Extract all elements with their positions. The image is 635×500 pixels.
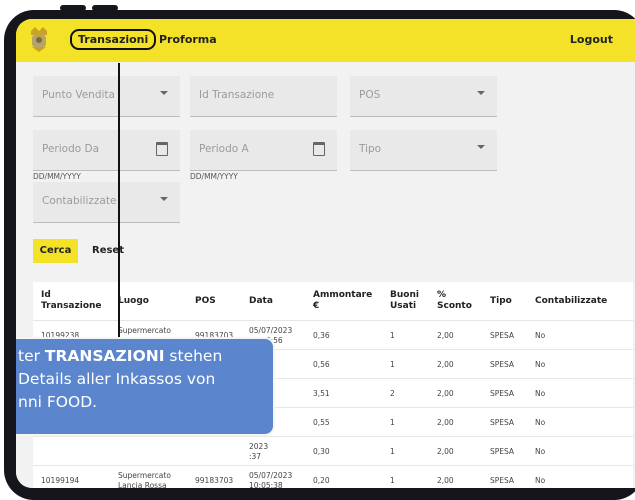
chevron-down-icon: [160, 91, 168, 95]
column-header-buoni[interactable]: Buoni Usati: [390, 290, 419, 312]
tablet-hardware-button: [92, 5, 118, 11]
pos-placeholder: POS: [359, 89, 381, 101]
table-cell-buoni: 1: [390, 331, 395, 340]
column-header-pos[interactable]: POS: [195, 296, 216, 307]
cerca-button[interactable]: Cerca: [33, 239, 78, 263]
table-cell-buoni: 2: [390, 389, 395, 398]
punto-vendita-select[interactable]: Punto Vendita: [33, 76, 180, 117]
table-cell-tipo: SPESA: [490, 389, 515, 398]
table-cell-buoni: 1: [390, 476, 395, 485]
callout-line-3: nni FOOD.: [18, 393, 98, 411]
top-navigation-bar: Transazioni Proforma Logout: [16, 19, 635, 62]
table-cell-pos: 99183703: [195, 476, 234, 485]
contabilizzate-placeholder: Contabilizzate: [42, 195, 117, 207]
callout-line-2: Details aller Inkassos von: [18, 370, 216, 388]
table-cell-buoni: 1: [390, 360, 395, 369]
table-cell-ammontare: 0,30: [313, 447, 330, 456]
table-cell-contab: No: [535, 418, 546, 427]
id-transazione-input[interactable]: Id Transazione: [190, 76, 337, 117]
app-screen: Transazioni Proforma Logout Punto Vendit…: [16, 19, 635, 488]
pos-select[interactable]: POS: [350, 76, 497, 117]
table-cell-id: 10199194: [41, 476, 80, 485]
table-cell-contab: No: [535, 447, 546, 456]
periodo-da-input[interactable]: Periodo Da: [33, 130, 180, 171]
chevron-down-icon: [477, 91, 485, 95]
table-cell-tipo: SPESA: [490, 447, 515, 456]
logout-button[interactable]: Logout: [570, 33, 613, 46]
callout-text: stehen: [164, 347, 223, 365]
table-cell-ammontare: 0,36: [313, 331, 330, 340]
calendar-icon[interactable]: [156, 142, 168, 156]
tipo-select[interactable]: Tipo: [350, 130, 497, 171]
table-cell-sconto: 2,00: [437, 331, 454, 340]
table-cell-buoni: 1: [390, 418, 395, 427]
table-cell-luogo: Supermercato Lancia Rossa: [118, 471, 171, 488]
periodo-da-placeholder: Periodo Da: [42, 143, 100, 155]
table-cell-ammontare: 3,51: [313, 389, 330, 398]
crest-icon[interactable]: [28, 25, 50, 53]
table-cell-ammontare: 0,56: [313, 360, 330, 369]
table-row[interactable]: 10199194 Supermercato Lancia Rossa 9918370…: [33, 465, 633, 488]
table-cell-contab: No: [535, 476, 546, 485]
table-cell-sconto: 2,00: [437, 389, 454, 398]
tab-transazioni[interactable]: Transazioni: [70, 29, 157, 50]
periodo-a-placeholder: Periodo A: [199, 143, 249, 155]
id-transazione-placeholder: Id Transazione: [199, 89, 275, 101]
date-format-hint: DD/MM/YYYY: [33, 172, 81, 181]
chevron-down-icon: [160, 197, 168, 201]
table-cell-contab: No: [535, 331, 546, 340]
column-header-contabilizzate[interactable]: Contabilizzate: [535, 296, 607, 307]
table-cell-sconto: 2,00: [437, 476, 454, 485]
column-header-luogo[interactable]: Luogo: [118, 296, 149, 307]
table-cell-ammontare: 0,55: [313, 418, 330, 427]
tablet-hardware-button: [60, 5, 86, 11]
date-format-hint: DD/MM/YYYY: [190, 172, 238, 181]
table-cell-tipo: SPESA: [490, 476, 515, 485]
chevron-down-icon: [477, 145, 485, 149]
table-row[interactable]: 2023 :37 0,30 1 2,00 SPESA No: [33, 436, 633, 468]
callout-text: ter: [18, 347, 45, 365]
table-cell-contab: No: [535, 389, 546, 398]
table-cell-sconto: 2,00: [437, 360, 454, 369]
help-callout: ter TRANSAZIONI stehen Details aller Ink…: [16, 337, 275, 436]
table-cell-sconto: 2,00: [437, 418, 454, 427]
column-header-id[interactable]: Id Transazione: [41, 290, 102, 312]
callout-text-bold: TRANSAZIONI: [44, 347, 165, 365]
table-cell-tipo: SPESA: [490, 418, 515, 427]
column-header-tipo[interactable]: Tipo: [490, 296, 512, 307]
table-cell-tipo: SPESA: [490, 360, 515, 369]
calendar-icon[interactable]: [313, 142, 325, 156]
table-cell-ammontare: 0,20: [313, 476, 330, 485]
contabilizzate-select[interactable]: Contabilizzate: [33, 182, 180, 223]
periodo-a-input[interactable]: Periodo A: [190, 130, 337, 171]
callout-pointer-line: [118, 63, 120, 337]
tab-proforma[interactable]: Proforma: [159, 33, 217, 46]
table-cell-data: 2023 :37: [249, 442, 269, 461]
punto-vendita-placeholder: Punto Vendita: [42, 89, 115, 101]
column-header-data[interactable]: Data: [249, 296, 273, 307]
column-header-ammontare[interactable]: Ammontare €: [313, 290, 372, 312]
table-cell-contab: No: [535, 360, 546, 369]
callout-line-1: ter TRANSAZIONI stehen: [18, 345, 222, 368]
tipo-placeholder: Tipo: [359, 143, 382, 155]
table-cell-buoni: 1: [390, 447, 395, 456]
table-cell-sconto: 2,00: [437, 447, 454, 456]
column-header-sconto[interactable]: % Sconto: [437, 290, 472, 312]
table-cell-tipo: SPESA: [490, 331, 515, 340]
table-cell-data: 05/07/2023 10:05:38: [249, 471, 293, 488]
